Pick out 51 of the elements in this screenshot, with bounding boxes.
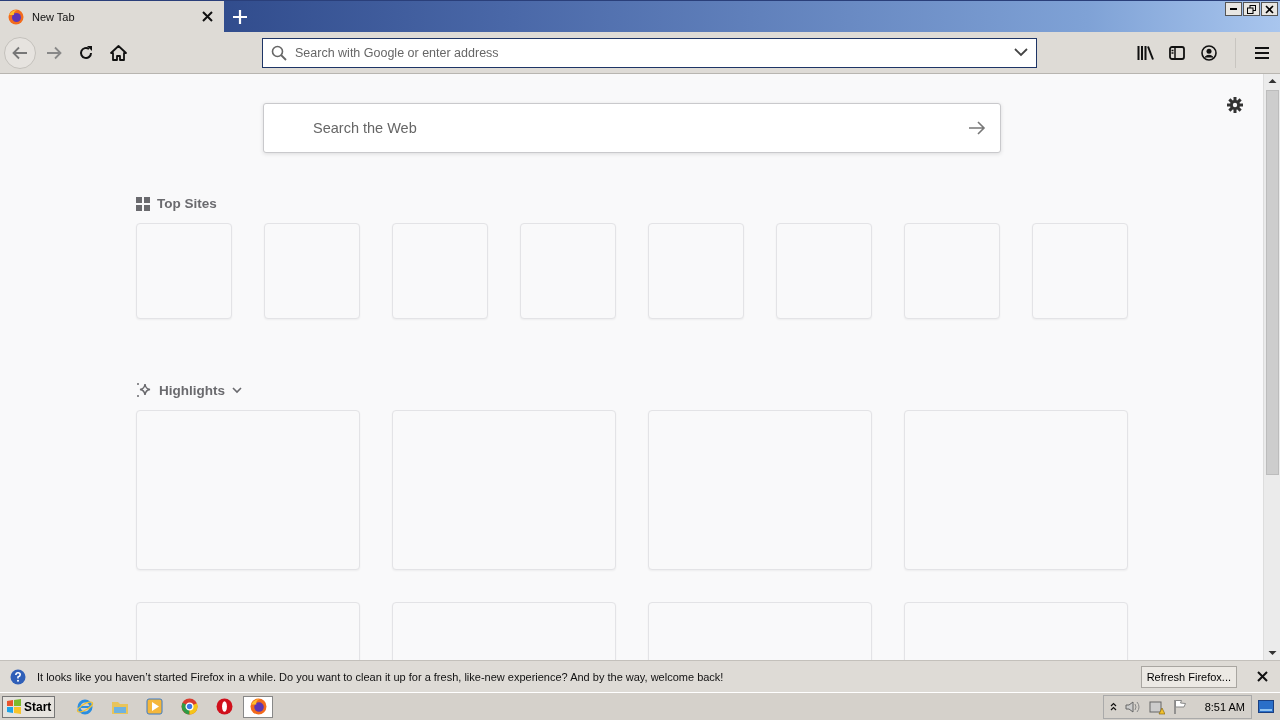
opera-icon bbox=[216, 698, 234, 715]
tab-title: New Tab bbox=[32, 10, 76, 23]
minimize-icon bbox=[1230, 7, 1237, 11]
media-player-icon bbox=[146, 698, 164, 715]
close-window-button[interactable] bbox=[1261, 2, 1278, 16]
section-title: Top Sites bbox=[157, 196, 217, 211]
grid-icon bbox=[136, 196, 150, 211]
sparkle-icon bbox=[136, 382, 152, 398]
reload-icon bbox=[78, 44, 94, 61]
start-button[interactable]: Start bbox=[2, 695, 56, 718]
settings-icon bbox=[1226, 96, 1244, 114]
dropdown-chevron-icon[interactable] bbox=[1014, 48, 1028, 57]
settings-button[interactable] bbox=[1226, 96, 1244, 114]
close-icon bbox=[1256, 671, 1268, 682]
scrollbar[interactable] bbox=[1263, 74, 1280, 660]
sidebar-icon bbox=[1169, 45, 1185, 60]
speaker-icon[interactable] bbox=[1124, 699, 1141, 714]
forward-arrow-icon bbox=[46, 45, 62, 60]
browser-e-icon bbox=[75, 697, 94, 716]
chevron-icon[interactable] bbox=[232, 386, 242, 394]
web-search-field[interactable]: Search the Web bbox=[263, 103, 1001, 153]
address-bar[interactable]: Search with Google or enter address bbox=[262, 37, 1037, 68]
show-desktop-icon[interactable] bbox=[1258, 700, 1274, 713]
taskbar-app-button[interactable] bbox=[243, 695, 274, 718]
restore-button[interactable] bbox=[1243, 2, 1260, 16]
restore-icon bbox=[1247, 4, 1256, 14]
arrow-right-icon[interactable] bbox=[968, 121, 986, 135]
close-icon bbox=[201, 11, 213, 22]
windows-logo-icon bbox=[6, 699, 22, 714]
chevron-up-icon[interactable] bbox=[1109, 702, 1117, 711]
clock: 8:51 AM bbox=[1204, 700, 1245, 713]
back-button[interactable] bbox=[4, 36, 36, 69]
question-icon bbox=[10, 668, 26, 685]
browser-tab[interactable]: New Tab bbox=[0, 1, 224, 32]
home-icon bbox=[109, 44, 127, 61]
scroll-thumb[interactable] bbox=[1265, 90, 1279, 475]
plus-icon bbox=[233, 10, 247, 24]
close-icon bbox=[1265, 4, 1274, 14]
menu-icon bbox=[1255, 46, 1269, 59]
account-icon bbox=[1201, 44, 1217, 61]
refresh-button[interactable]: Refresh Firefox... bbox=[1140, 665, 1237, 688]
minimize-button[interactable] bbox=[1225, 2, 1242, 16]
firefox-icon bbox=[8, 8, 24, 25]
firefox-icon bbox=[249, 698, 267, 715]
flag-icon[interactable] bbox=[1172, 699, 1187, 714]
notification-message: It looks like you haven’t started Firefox in a while. Do you want to clean it up for a fresh, like-new experience? And by the way, welcome back! bbox=[37, 670, 725, 683]
section-title: Highlights bbox=[159, 382, 225, 398]
search-icon bbox=[271, 44, 287, 61]
books-icon bbox=[1136, 45, 1154, 60]
back-arrow-icon bbox=[12, 45, 28, 60]
chrome-icon bbox=[181, 698, 199, 715]
